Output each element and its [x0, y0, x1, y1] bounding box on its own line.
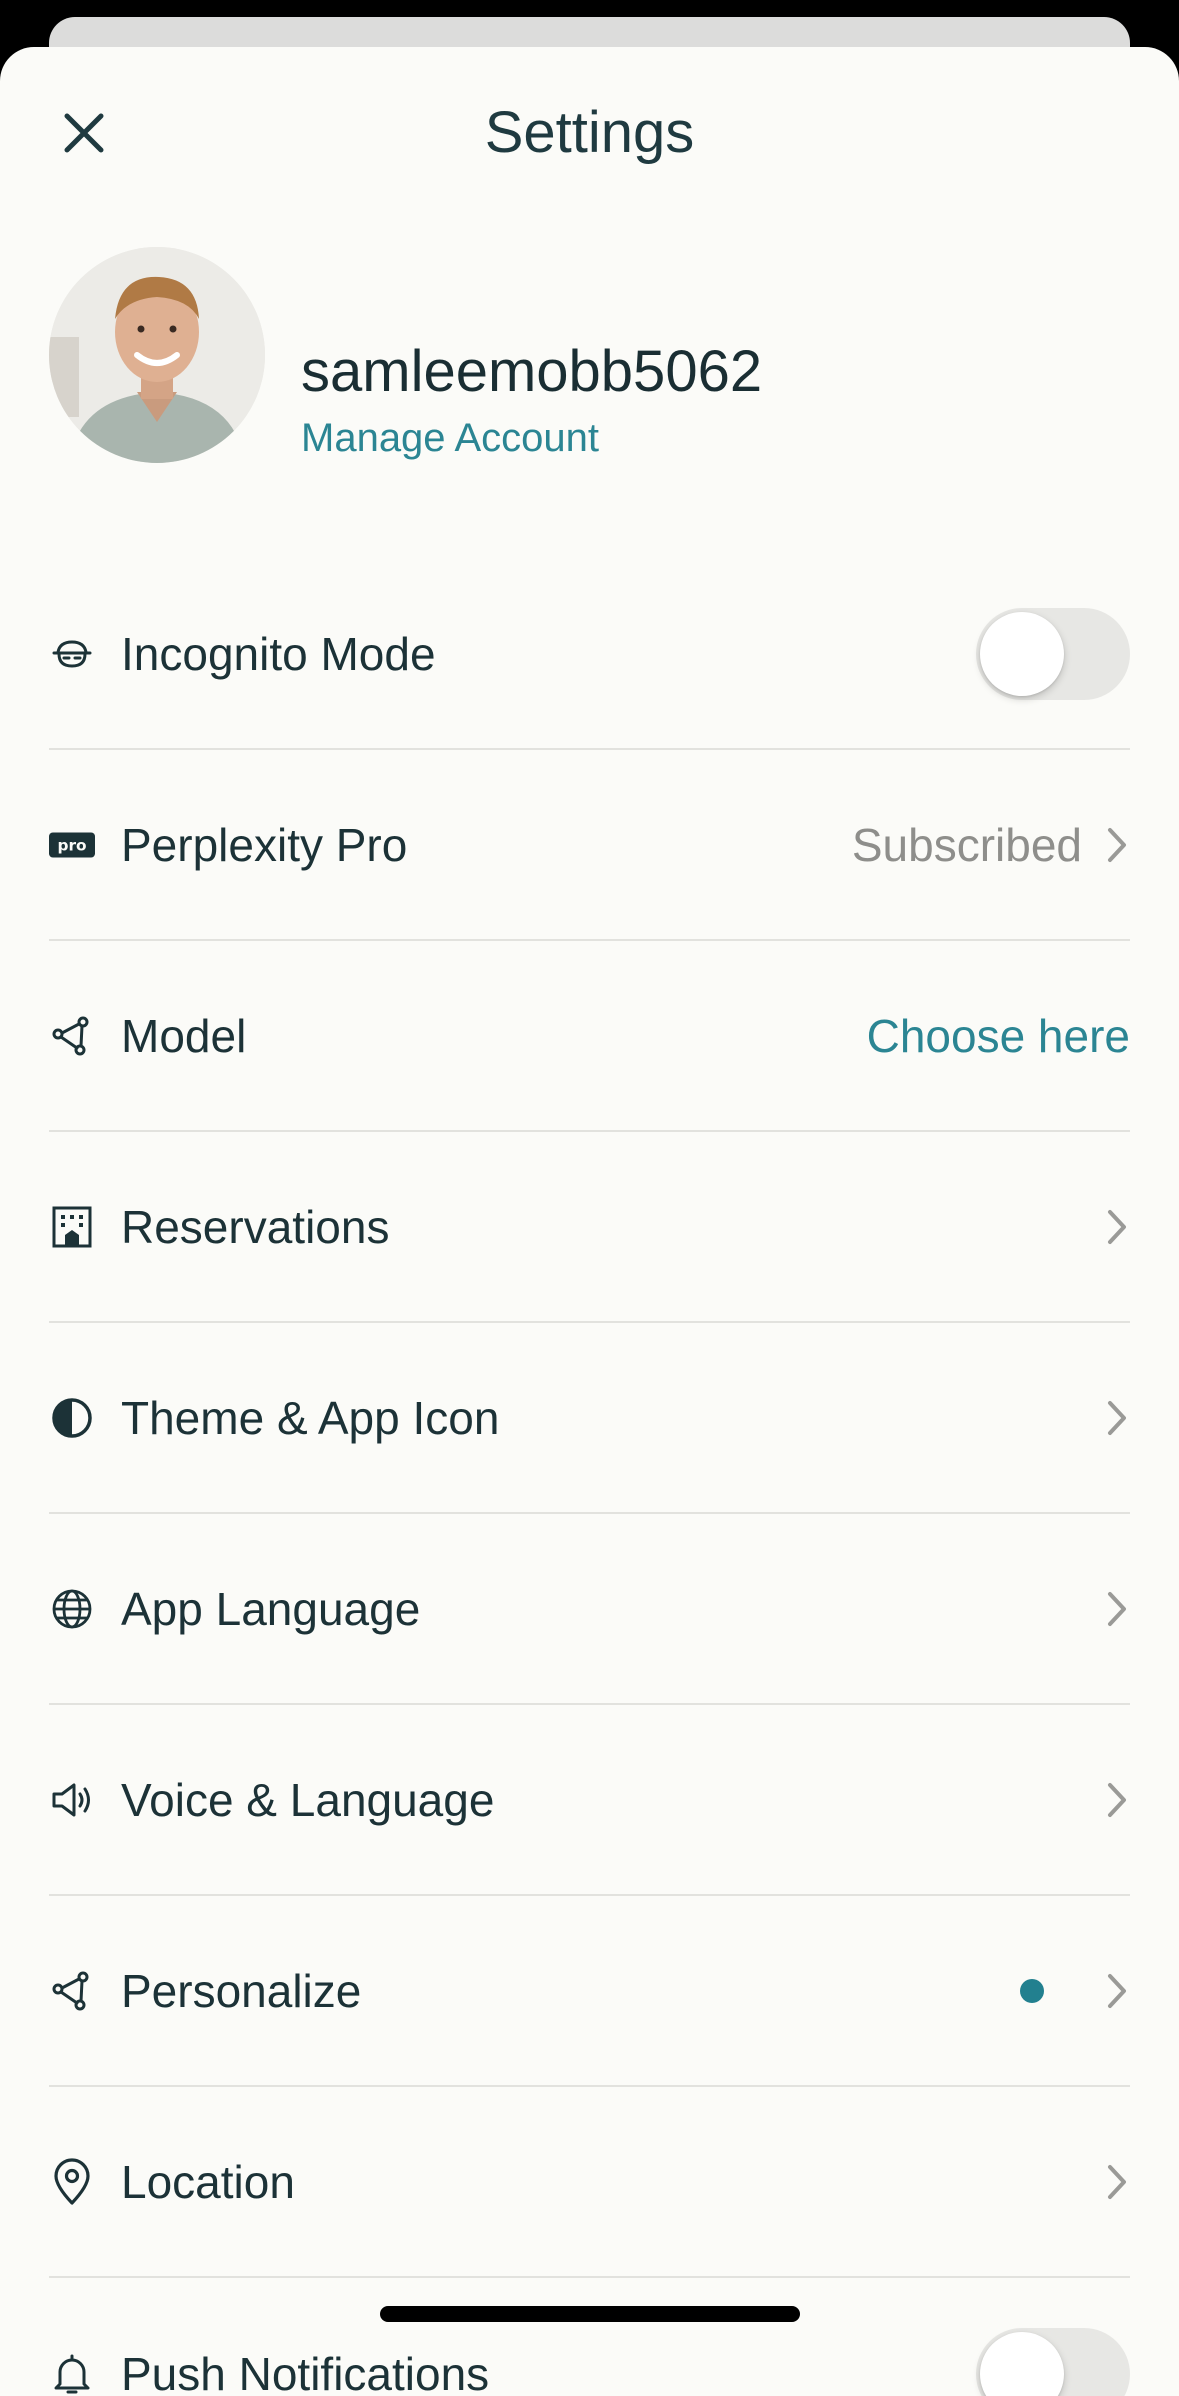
- globe-icon: [49, 1586, 95, 1632]
- incognito-mode-row[interactable]: Incognito Mode: [49, 559, 1130, 750]
- location-pin-icon: [49, 2157, 95, 2205]
- row-label: App Language: [121, 1582, 421, 1635]
- chevron-right-icon: [1104, 825, 1130, 865]
- chevron-right-icon: [1104, 1780, 1130, 1820]
- subscription-status: Subscribed: [851, 818, 1082, 871]
- new-badge-dot: [1020, 1978, 1044, 2003]
- row-label: Model: [121, 1009, 247, 1062]
- toggle-knob: [980, 2331, 1064, 2396]
- row-label: Incognito Mode: [121, 627, 436, 680]
- row-label: Push Notifications: [121, 2347, 490, 2396]
- chevron-right-icon: [1104, 1589, 1130, 1629]
- theme-icon: [49, 1395, 95, 1441]
- chevron-right-icon: [1104, 1971, 1130, 2011]
- chevron-right-icon: [1104, 1207, 1130, 1247]
- reservations-row[interactable]: Reservations: [49, 1132, 1130, 1323]
- avatar[interactable]: [49, 247, 265, 463]
- row-label: Theme & App Icon: [121, 1391, 500, 1444]
- svg-text:pro: pro: [57, 836, 86, 854]
- personalize-icon: [49, 1968, 95, 2014]
- theme-row[interactable]: Theme & App Icon: [49, 1323, 1130, 1514]
- building-icon: [49, 1204, 95, 1250]
- push-notifications-row[interactable]: Push Notifications: [49, 2278, 1130, 2396]
- incognito-toggle[interactable]: [976, 607, 1130, 700]
- push-notifications-toggle[interactable]: [976, 2327, 1130, 2396]
- settings-sheet: Settings samleemobb5062 Manage Account I…: [0, 47, 1179, 2396]
- home-indicator[interactable]: [380, 2306, 800, 2322]
- settings-list: Incognito Mode pro Perplexity Pro Subscr…: [0, 559, 1179, 2396]
- page-title: Settings: [484, 100, 695, 165]
- chevron-right-icon: [1104, 1398, 1130, 1438]
- row-label: Perplexity Pro: [121, 818, 408, 871]
- chevron-right-icon: [1104, 2162, 1130, 2202]
- settings-header: Settings: [0, 47, 1179, 217]
- choose-model-link[interactable]: Choose here: [867, 1008, 1130, 1064]
- manage-account-link[interactable]: Manage Account: [301, 413, 599, 463]
- row-label: Voice & Language: [121, 1773, 495, 1826]
- location-row[interactable]: Location: [49, 2087, 1130, 2278]
- model-row[interactable]: Model Choose here: [49, 941, 1130, 1132]
- row-label: Reservations: [121, 1200, 390, 1253]
- incognito-icon: [49, 631, 95, 677]
- username: samleemobb5062: [301, 339, 763, 404]
- app-language-row[interactable]: App Language: [49, 1514, 1130, 1705]
- personalize-row[interactable]: Personalize: [49, 1896, 1130, 2087]
- row-label: Location: [121, 2155, 295, 2208]
- voice-language-row[interactable]: Voice & Language: [49, 1705, 1130, 1896]
- perplexity-pro-row[interactable]: pro Perplexity Pro Subscribed: [49, 750, 1130, 941]
- bell-icon: [49, 2351, 95, 2396]
- row-label: Personalize: [121, 1964, 362, 2017]
- speaker-icon: [49, 1777, 95, 1823]
- model-icon: [49, 1013, 95, 1059]
- pro-badge-icon: pro: [49, 822, 95, 868]
- profile-section: samleemobb5062 Manage Account: [49, 247, 1130, 467]
- toggle-knob: [980, 611, 1064, 696]
